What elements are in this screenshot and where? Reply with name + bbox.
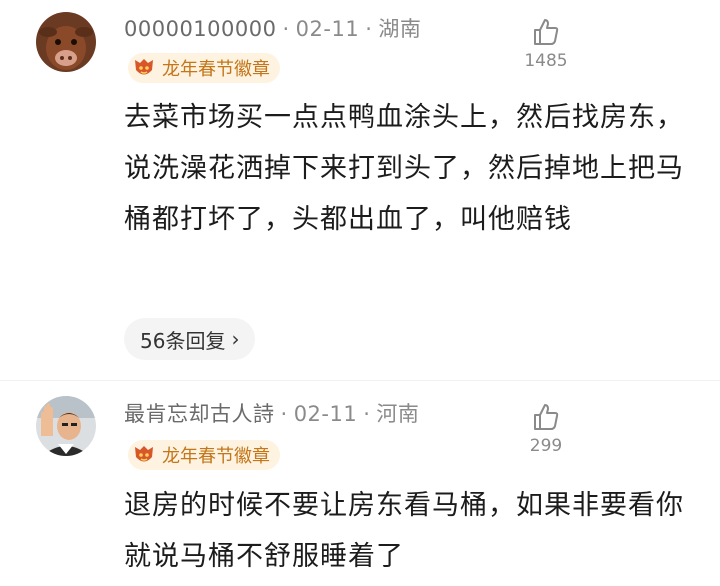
dragon-badge-icon [135,446,153,462]
like-button[interactable]: 299 [506,402,586,456]
like-count: 299 [529,436,563,456]
view-replies-button[interactable]: 56条回复 › [124,318,256,360]
meta-separator: · [365,17,373,41]
comment-location: 湖南 [378,17,422,41]
username[interactable]: 00000100000 [124,17,276,41]
user-avatar[interactable] [36,396,96,456]
comment-date: 02-11 [293,402,358,426]
replies-count: 56条回复 [140,328,226,353]
badge-label: 龙年春节徽章 [162,446,270,467]
cow-avatar [36,12,96,72]
comment-text: 去菜市场买一点点鸭血涂头上，然后找房东，说洗澡花洒掉下来打到头了，然后掉地上把马… [124,102,684,235]
thumbs-up-icon [534,404,559,430]
user-badge[interactable]: 龙年春节徽章 [128,440,280,470]
user-avatar[interactable] [36,12,96,72]
comment-item: 00000100000 · 02-11 · 湖南 龙年春节徽章 1485 去菜市场买一点… [0,0,720,380]
username[interactable]: 最肯忘却古人詩 [124,402,275,426]
badge-label: 龙年春节徽章 [162,59,270,80]
dragon-badge-icon [135,59,153,75]
comment-date: 02-11 [295,17,360,41]
like-count: 1485 [524,51,568,71]
comment-location: 河南 [376,402,420,426]
meta-separator: · [280,402,288,426]
comment-text: 退房的时候不要让房东看马桶，如果非要看你就说马桶不舒服睡着了 [124,490,684,572]
like-button[interactable]: 1485 [506,17,586,71]
thumbs-up-icon [534,19,559,45]
meta-separator: · [363,402,371,426]
comment-item: 最肯忘却古人詩 · 02-11 · 河南 龙年春节徽章 299 退房的时候不要让房东看马… [0,380,720,586]
man-waving-avatar [36,396,96,456]
meta-separator: · [282,17,290,41]
comment-meta: 最肯忘却古人詩 · 02-11 · 河南 [124,398,419,428]
comment-meta: 00000100000 · 02-11 · 湖南 [124,13,421,43]
chevron-right-icon: › [231,327,240,351]
user-badge[interactable]: 龙年春节徽章 [128,53,280,83]
